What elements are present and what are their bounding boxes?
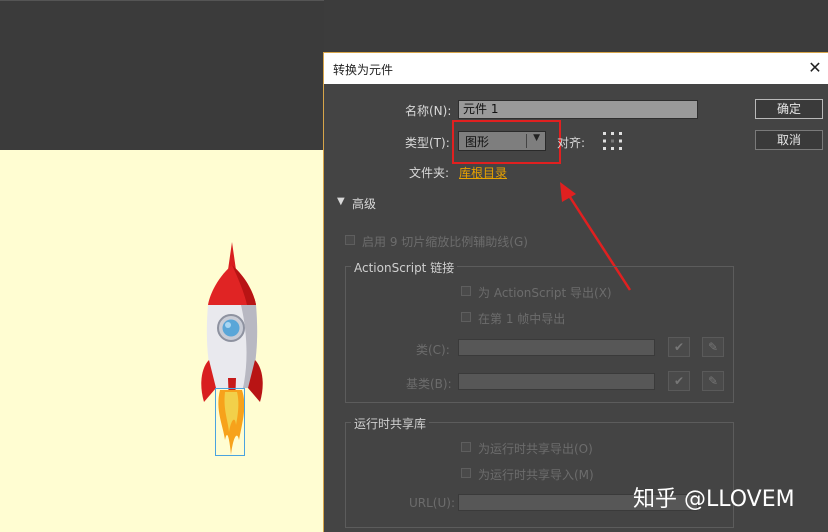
stage-canvas[interactable] [0, 150, 324, 532]
dialog-titlebar: 转换为元件 ✕ [324, 53, 828, 84]
pencil-icon[interactable]: ✎ [702, 337, 724, 357]
toolbar-area [0, 0, 324, 150]
actionscript-group-title: ActionScript 链接 [351, 259, 458, 276]
export-as-label: 为 ActionScript 导出(X) [478, 286, 612, 300]
selection-box [215, 388, 245, 456]
export-runtime-checkbox[interactable] [461, 442, 471, 452]
cancel-button[interactable]: 取消 [755, 130, 823, 150]
advanced-label[interactable]: 高级 [352, 195, 376, 212]
nine-slice-label: 启用 9 切片缩放比例辅助线(G) [362, 235, 528, 249]
folder-label: 文件夹: [409, 166, 450, 180]
triangle-down-icon[interactable]: ▼ [337, 196, 345, 207]
name-label: 名称(N): [405, 104, 452, 118]
url-label: URL(U): [409, 496, 455, 510]
align-label: 对齐: [557, 136, 586, 150]
runtime-group-title: 运行时共享库 [351, 415, 430, 432]
type-label: 类型(T): [405, 136, 450, 150]
base-class-label: 基类(B): [406, 377, 452, 391]
export-as-checkbox[interactable] [461, 286, 471, 296]
name-input[interactable]: 元件 1 [458, 100, 698, 119]
class-field[interactable] [458, 339, 655, 356]
check-icon[interactable]: ✔ [668, 371, 690, 391]
import-runtime-label: 为运行时共享导入(M) [478, 468, 594, 482]
dialog-title: 转换为元件 [333, 63, 394, 77]
check-icon[interactable]: ✔ [668, 337, 690, 357]
ok-button[interactable]: 确定 [755, 99, 823, 119]
close-icon[interactable]: ✕ [804, 57, 826, 79]
red-highlight-box [452, 120, 561, 164]
pencil-icon[interactable]: ✎ [702, 371, 724, 391]
base-class-field[interactable] [458, 373, 655, 390]
export-frame1-checkbox[interactable] [461, 312, 471, 322]
watermark: 知乎 @LLOVEM [633, 487, 795, 512]
class-label: 类(C): [416, 343, 450, 357]
export-frame1-label: 在第 1 帧中导出 [478, 312, 566, 326]
nine-slice-checkbox[interactable] [345, 235, 355, 245]
import-runtime-checkbox[interactable] [461, 468, 471, 478]
folder-link[interactable]: 库根目录 [459, 164, 507, 181]
registration-grid-icon[interactable] [602, 131, 624, 151]
export-runtime-label: 为运行时共享导出(O) [478, 442, 593, 456]
